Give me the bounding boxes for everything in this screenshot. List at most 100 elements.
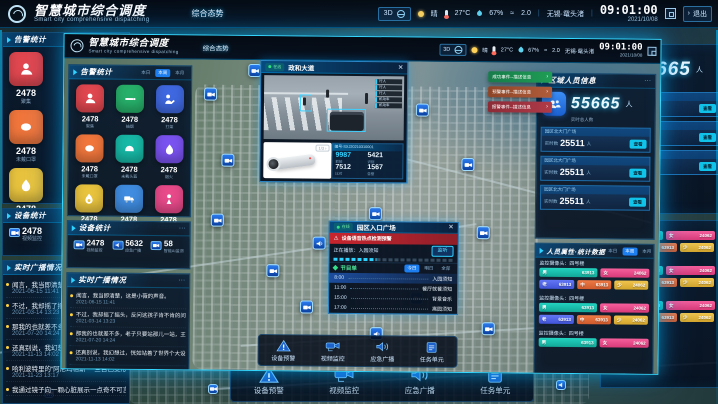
nav-tab-overview[interactable]: 综合态势 <box>191 8 223 19</box>
panel-title: 设备统计 <box>14 210 46 221</box>
speaker-marker[interactable] <box>313 237 326 250</box>
camera-marker[interactable] <box>461 158 474 171</box>
view-button[interactable]: 查看 <box>699 162 716 171</box>
app-logo-icon <box>70 39 83 52</box>
more-icon[interactable]: ⋯ <box>178 277 185 284</box>
view-button[interactable]: 查看 <box>629 169 646 178</box>
total-people-unit: 人 <box>625 100 632 110</box>
toast-success[interactable]: 成功事件--描述信息› <box>488 71 552 83</box>
fullscreen-button[interactable] <box>647 47 656 56</box>
broadcast-item[interactable]: 不过，我却摇了摇头，反问这孩子肯不肯的问题？2021-03-14 13:23 <box>70 308 186 328</box>
camera-marker[interactable] <box>266 264 279 277</box>
wind-label: 2.0 <box>521 10 531 17</box>
camera-marker[interactable] <box>221 154 234 167</box>
online-dot-icon <box>268 65 271 68</box>
tab-today[interactable]: 本日 <box>605 247 620 255</box>
camera-marker[interactable] <box>482 322 495 335</box>
broadcast-item[interactable]: 那我的也就差不多，老子只要站那儿一站，王霸之气…2021-07-20 14:24 <box>70 327 186 347</box>
schedule-row[interactable]: 17:00离园须知 <box>329 303 457 314</box>
stat-pill-male: 男63913 <box>539 338 597 348</box>
playlist-tab-tomorrow[interactable]: 明日 <box>421 265 436 273</box>
view-button[interactable]: 查看 <box>699 133 716 142</box>
camera-icon <box>9 228 20 237</box>
dotted-leader <box>348 277 428 279</box>
fullscreen-button[interactable] <box>665 8 676 19</box>
divider: | <box>538 10 540 17</box>
close-icon[interactable]: ✕ <box>398 65 404 71</box>
camera-marker[interactable] <box>204 87 217 100</box>
alarm-tile[interactable]: 2478抽烟 <box>110 83 149 132</box>
mode-label: 3D <box>384 10 393 17</box>
globe-icon <box>397 10 405 18</box>
close-icon[interactable]: ✕ <box>448 225 454 231</box>
warning-icon: ⚠ <box>334 235 339 241</box>
alarm-tile-icon <box>156 85 184 113</box>
alarm-tile[interactable]: 2478未戴口罩 <box>70 132 109 181</box>
tab-month[interactable]: 本月 <box>172 69 187 77</box>
playlist-tab-all[interactable]: 全部 <box>438 265 453 273</box>
alarm-tile[interactable]: 2478未戴头盔 <box>110 133 149 182</box>
camera-marker[interactable] <box>211 214 224 227</box>
camera-marker[interactable] <box>369 207 382 220</box>
broadcast-item[interactable]: 还真别说，我幻想过，恍如站着了世界个大设备精造…2021-11-13 14:02 <box>69 346 185 366</box>
mode-3d-toggle[interactable]: 3D <box>439 43 466 55</box>
live-video-feed[interactable]: 行人 行人 行人 机动车 机动车 <box>264 75 405 140</box>
screen-edge-glow-left <box>0 30 2 404</box>
speaker-marker[interactable] <box>556 380 566 390</box>
listen-button[interactable]: 监听 <box>431 246 453 257</box>
tab-week[interactable]: 本周 <box>622 247 637 255</box>
playlist-title: 节目单 <box>340 264 357 272</box>
dashboard-preview-window[interactable]: 智慧城市综合调度 Smart city comprehensive dispat… <box>60 33 661 375</box>
stat-pill-female: 女24062 <box>666 231 715 240</box>
playlist-tab-today[interactable]: 今日 <box>404 264 419 272</box>
alarm-tile[interactable]: 2478打架 <box>150 83 189 132</box>
tab-week[interactable]: 本周 <box>155 69 170 77</box>
dock-item-device-alert[interactable]: 设备预警 <box>267 337 299 364</box>
broadcast-item[interactable]: 闻言，我当即清楚，这是小薇的声音。2021-06-15 11:41 <box>70 289 186 309</box>
dock-item-task-unit[interactable]: 任务单元 <box>416 338 448 365</box>
nav-tab-overview[interactable]: 综合态势 <box>203 42 229 52</box>
pager[interactable]: 1/3 › <box>315 145 329 152</box>
stat-pill-male: 男63913 <box>539 268 597 278</box>
stat-pill-female: 女24062 <box>666 301 715 310</box>
detection-tag: 行人 <box>375 91 402 96</box>
device-count: 2478 <box>22 227 42 235</box>
device-stat: 2478视频监控 <box>73 239 104 253</box>
toast-danger[interactable]: 报警事件--描述信息› <box>488 101 552 113</box>
view-button[interactable]: 查看 <box>629 198 646 207</box>
camera-marker[interactable] <box>208 384 218 394</box>
humidity-label: 67% <box>528 47 539 53</box>
alarm-tile[interactable]: 2478烟火 <box>150 133 189 182</box>
camera-icon <box>73 240 84 249</box>
alarm-tile[interactable]: 2478 聚集 <box>5 50 47 107</box>
tab-month[interactable]: 本月 <box>639 247 654 255</box>
panel-arrow-icon <box>73 69 77 75</box>
exit-button[interactable]: ›退出 <box>683 6 712 22</box>
dock-item-video-monitor[interactable]: 视频监控 <box>317 337 349 364</box>
dock-item-emergency-broadcast[interactable]: 应急广播 <box>366 338 398 365</box>
camera-marker[interactable] <box>477 226 490 239</box>
mode-3d-toggle[interactable]: 3D <box>378 7 411 21</box>
chevron-right-icon: › <box>325 146 326 151</box>
more-icon[interactable]: ⋯ <box>179 225 186 232</box>
pedestrian <box>365 93 368 104</box>
popup-title: 政和大道 <box>288 62 314 72</box>
view-button[interactable]: 查看 <box>630 140 647 149</box>
panel-title: 告警统计 <box>14 34 46 45</box>
alarm-tile[interactable]: 2478聚集 <box>71 82 110 131</box>
time-label: 09:01:00 <box>599 44 642 53</box>
outer-top-bar: 智慧城市综合调度 Smart city comprehensive dispat… <box>0 0 718 28</box>
app-subtitle: Smart city comprehensive dispatching <box>34 17 149 23</box>
alarm-tile[interactable]: 2478 未戴口罩 <box>5 108 47 165</box>
camera-stat: 1567告警 <box>367 164 399 176</box>
region-people-panel: 区域人员信息⋯ 55665 人 实时总人数 园区北大门广场 实时数25511人查… <box>535 73 657 240</box>
app-subtitle: Smart city comprehensive dispatching <box>88 48 178 54</box>
camera-marker[interactable] <box>416 104 429 117</box>
more-icon[interactable]: ⋯ <box>644 78 651 85</box>
alert-text: 设备语音热点检测预警 <box>342 235 392 242</box>
view-button[interactable]: 查看 <box>699 104 716 113</box>
broadcast-item[interactable]: 我通过镜子向一颗心脏展示一点奇不可言的晶丝经络… <box>6 382 126 396</box>
toast-warning[interactable]: 预警事件--描述信息› <box>488 86 552 98</box>
tab-today[interactable]: 本日 <box>138 68 153 76</box>
camera-marker[interactable] <box>300 300 313 313</box>
